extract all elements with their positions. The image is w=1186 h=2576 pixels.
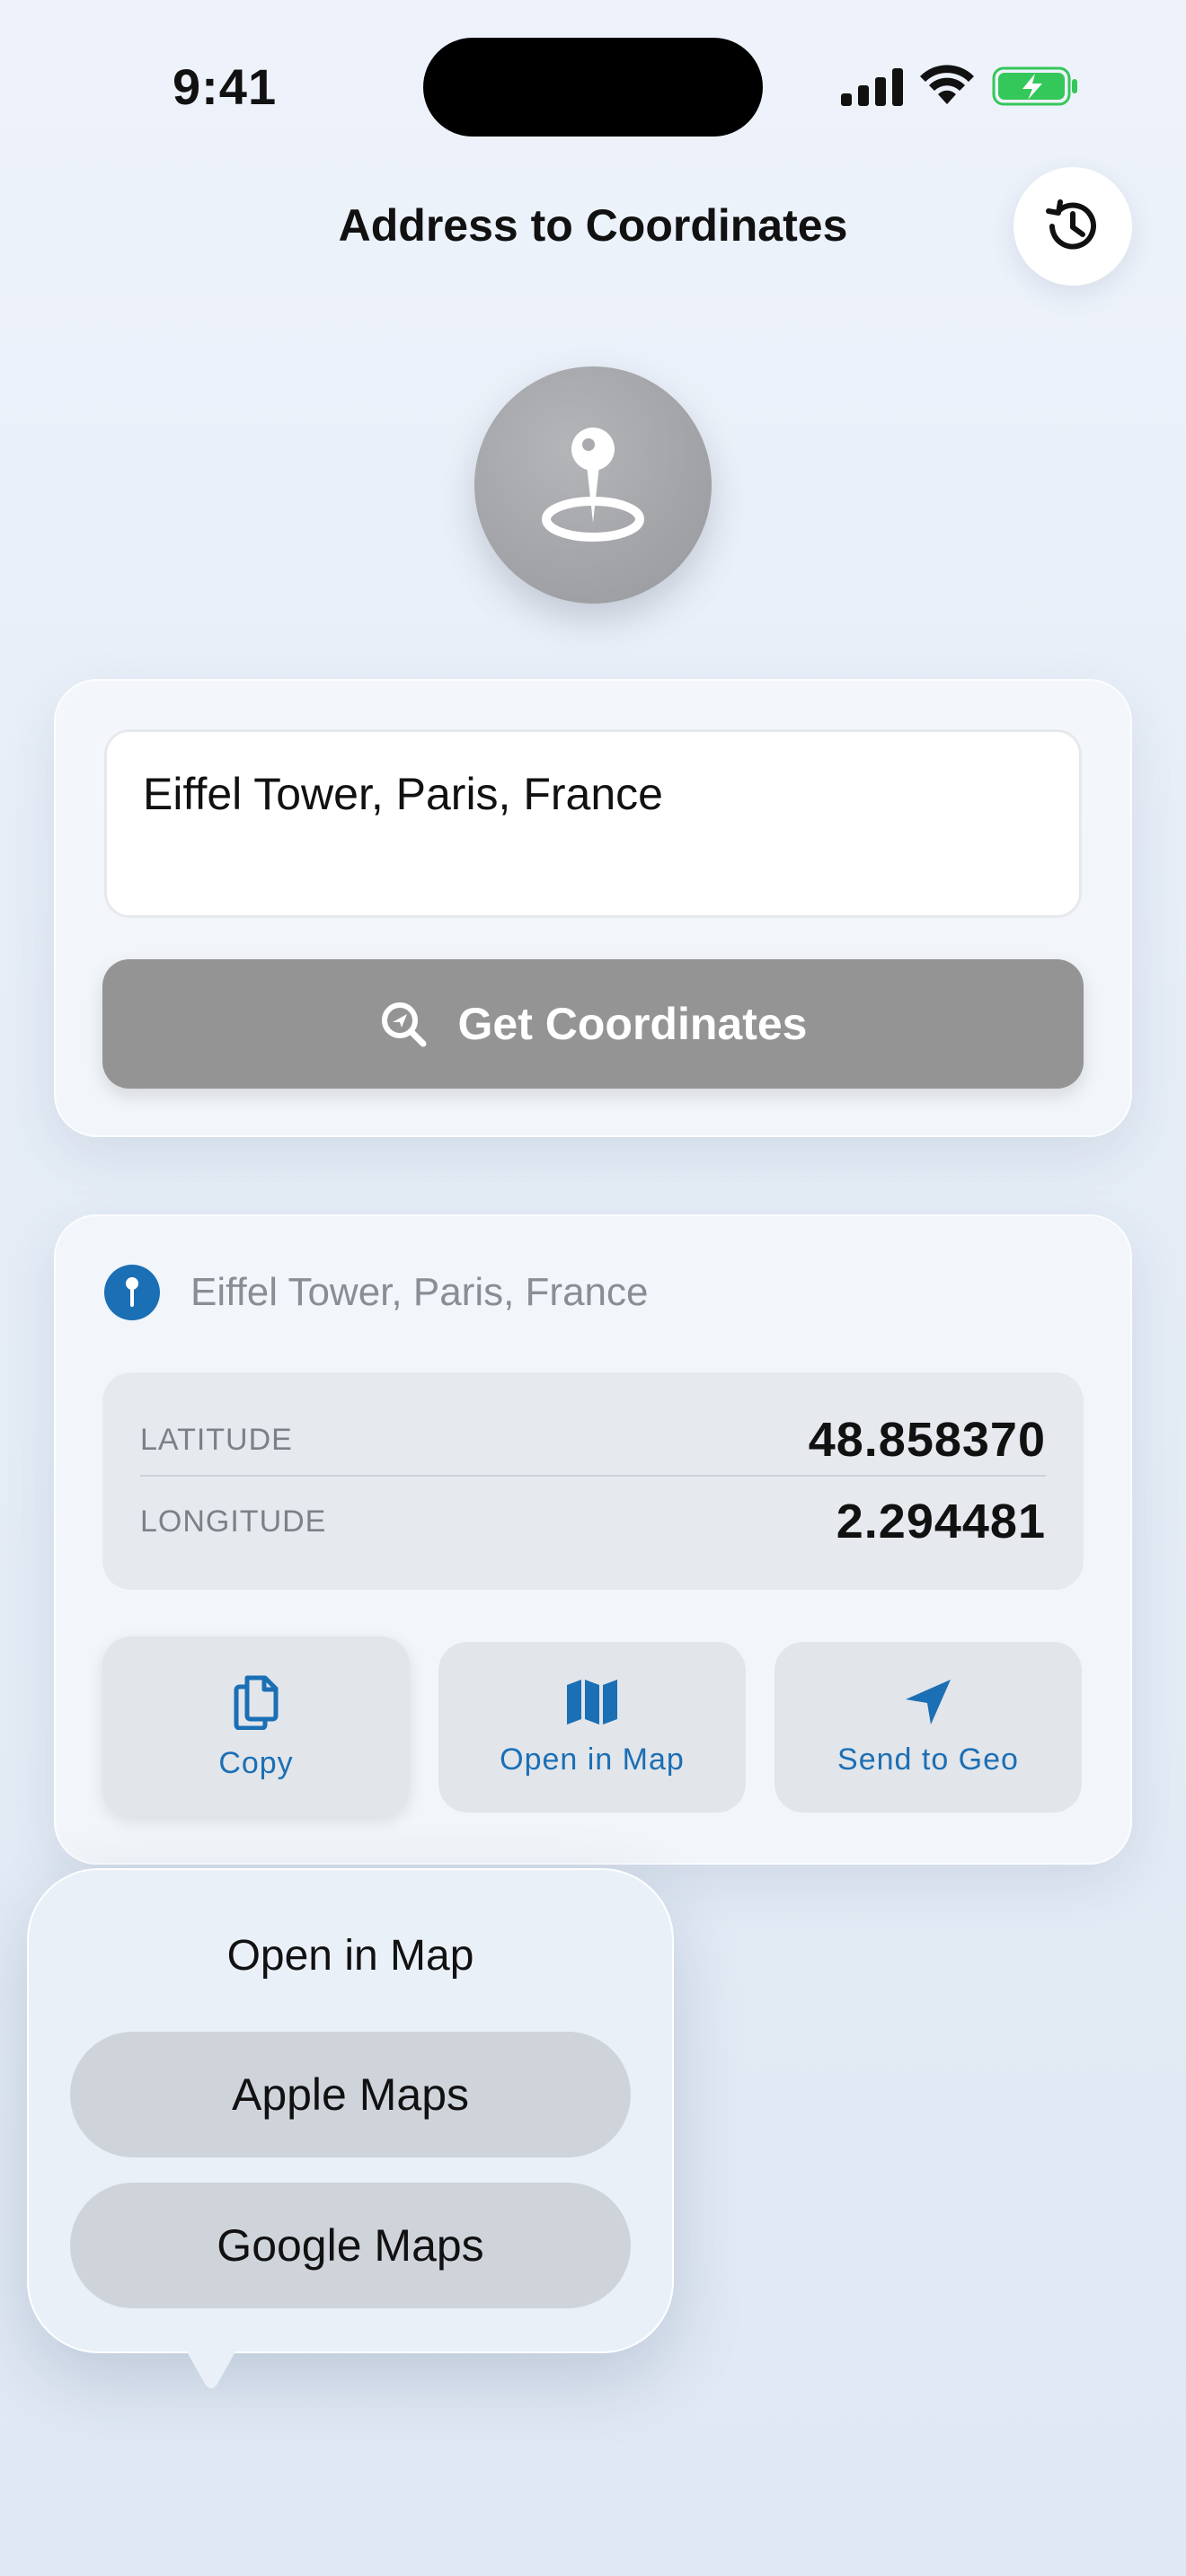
map-pin-icon <box>542 428 644 542</box>
send-to-geo-button[interactable]: Send to Geo <box>774 1642 1082 1813</box>
address-input-card: Eiffel Tower, Paris, France Get Coordina… <box>54 679 1132 1137</box>
latitude-value: 48.858370 <box>808 1413 1046 1467</box>
get-coordinates-label: Get Coordinates <box>457 999 808 1049</box>
result-header: Eiffel Tower, Paris, France <box>104 1265 648 1320</box>
coordinates-box: LATITUDE 48.858370 LONGITUDE 2.294481 <box>102 1372 1084 1590</box>
send-to-geo-label: Send to Geo <box>837 1742 1019 1777</box>
map-icon <box>567 1679 617 1725</box>
wifi-icon <box>920 65 974 104</box>
popover-title: Open in Map <box>226 1932 474 1980</box>
longitude-value: 2.294481 <box>836 1495 1046 1548</box>
latitude-label: LATITUDE <box>140 1422 293 1457</box>
hero-location-badge <box>474 366 712 604</box>
open-in-map-button[interactable]: Open in Map <box>438 1642 746 1813</box>
history-clock-icon <box>1046 199 1096 250</box>
cellular-signal-icon <box>841 68 903 106</box>
get-coordinates-button[interactable]: Get Coordinates <box>102 959 1084 1089</box>
longitude-label: LONGITUDE <box>140 1504 327 1539</box>
open-in-map-label: Open in Map <box>500 1742 685 1777</box>
location-arrow-icon <box>906 1679 951 1725</box>
longitude-row[interactable]: LONGITUDE 2.294481 <box>140 1486 1046 1557</box>
dynamic-island <box>423 38 763 137</box>
open-in-map-popover: Open in Map Apple Maps Google Maps <box>27 1868 674 2353</box>
google-maps-option[interactable]: Google Maps <box>70 2183 631 2308</box>
history-button[interactable] <box>1013 167 1132 286</box>
status-time: 9:41 <box>173 58 278 115</box>
page-title: Address to Coordinates <box>338 200 848 251</box>
address-input[interactable]: Eiffel Tower, Paris, France <box>104 729 1082 918</box>
copy-label: Copy <box>218 1745 294 1780</box>
status-bar: 9:41 <box>0 0 1186 162</box>
pin-icon <box>126 1277 138 1307</box>
result-card: Eiffel Tower, Paris, France LATITUDE 48.… <box>54 1214 1132 1865</box>
battery-charging-icon <box>992 66 1077 106</box>
result-address: Eiffel Tower, Paris, France <box>190 1270 649 1314</box>
copy-button[interactable]: Copy <box>102 1636 410 1816</box>
pin-badge <box>104 1265 160 1320</box>
search-location-icon <box>381 1002 427 1047</box>
popover-tail <box>180 2339 243 2388</box>
apple-maps-option[interactable]: Apple Maps <box>70 2032 631 2157</box>
latitude-row[interactable]: LATITUDE 48.858370 <box>140 1405 1046 1477</box>
copy-icon <box>234 1675 279 1730</box>
